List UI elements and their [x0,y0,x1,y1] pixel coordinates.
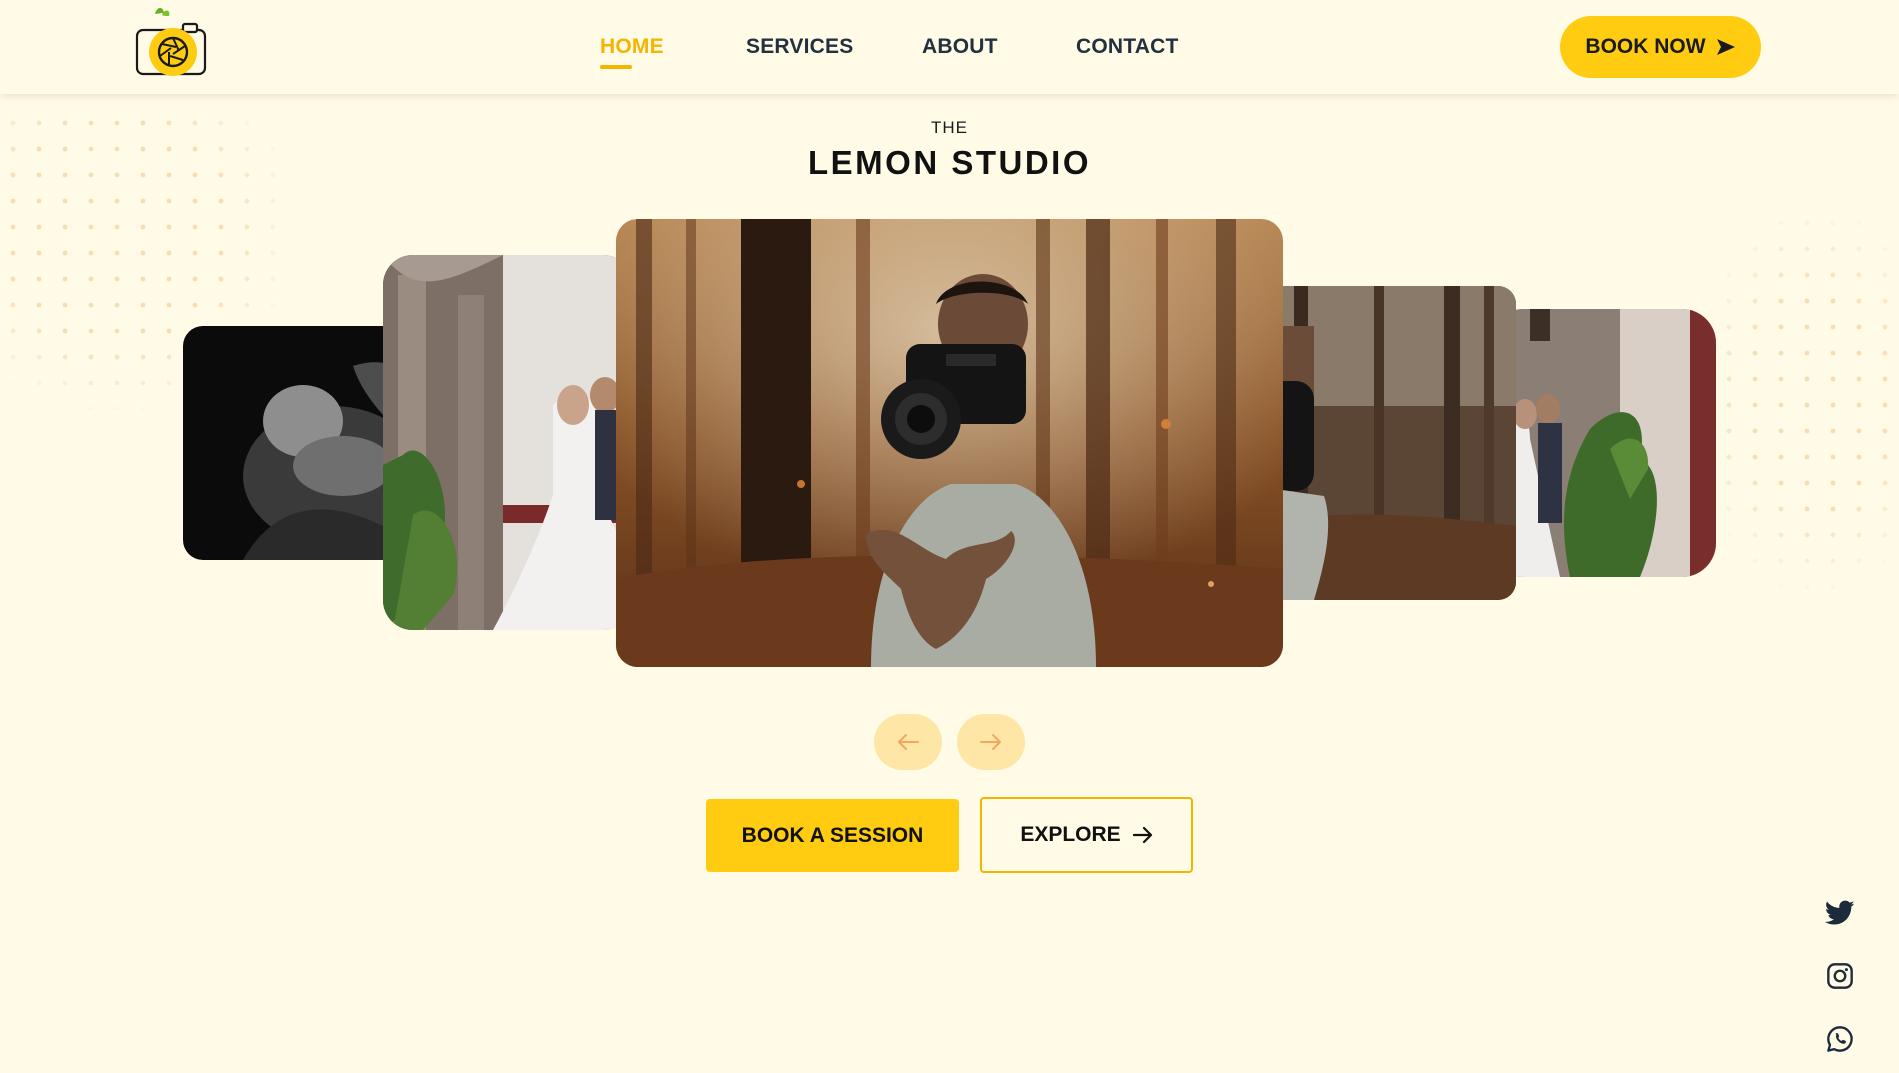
camera-forest-side-photo [1254,286,1516,600]
nav-item-about-label: ABOUT [922,35,998,58]
nav-item-home-label: HOME [600,35,664,58]
nav-item-contact[interactable]: CONTACT [1076,35,1179,59]
site-header: HOME SERVICES ABOUT CONTACT BOOK NOW [0,0,1899,94]
book-now-button[interactable]: BOOK NOW [1560,16,1761,78]
gallery-slide-1[interactable] [183,326,413,560]
send-arrow-icon [1716,39,1735,55]
explore-button[interactable]: EXPLORE [980,797,1193,873]
nav-item-home[interactable]: HOME [600,35,664,69]
gallery-next-button[interactable] [957,714,1025,770]
camera-forest-photo [616,219,1283,667]
instagram-link[interactable] [1822,958,1858,994]
instagram-icon [1827,963,1853,989]
gallery-prev-button[interactable] [874,714,942,770]
wedding-plants-photo [1490,309,1716,577]
nav-item-contact-label: CONTACT [1076,35,1179,58]
arrow-left-icon [898,734,919,750]
book-session-button[interactable]: BOOK A SESSION [706,799,959,872]
nav-item-services-label: SERVICES [746,35,854,58]
arrow-right-icon [980,734,1001,750]
twitter-icon [1825,900,1855,925]
gallery-slide-4[interactable] [1254,286,1516,600]
newborn-photo [183,326,413,560]
dot-pattern-right [1690,210,1899,590]
arrow-right-icon [1132,826,1152,844]
twitter-link[interactable] [1822,895,1858,931]
whatsapp-icon [1827,1026,1853,1052]
nav-item-services[interactable]: SERVICES [746,35,853,59]
nav-active-indicator [600,65,632,69]
hero-title: LEMON STUDIO [808,144,1091,181]
hero-pre-title: THE [931,118,968,137]
book-now-label: BOOK NOW [1585,35,1706,58]
book-session-label: BOOK A SESSION [741,823,924,847]
gallery-slide-5[interactable] [1490,309,1716,577]
nav-item-about[interactable]: ABOUT [922,35,998,59]
gallery-slide-2[interactable] [383,255,633,630]
gallery-slide-featured[interactable] [616,219,1283,667]
whatsapp-link[interactable] [1822,1021,1858,1057]
explore-label: EXPLORE [1020,823,1121,846]
wedding-arches-photo [383,255,633,630]
